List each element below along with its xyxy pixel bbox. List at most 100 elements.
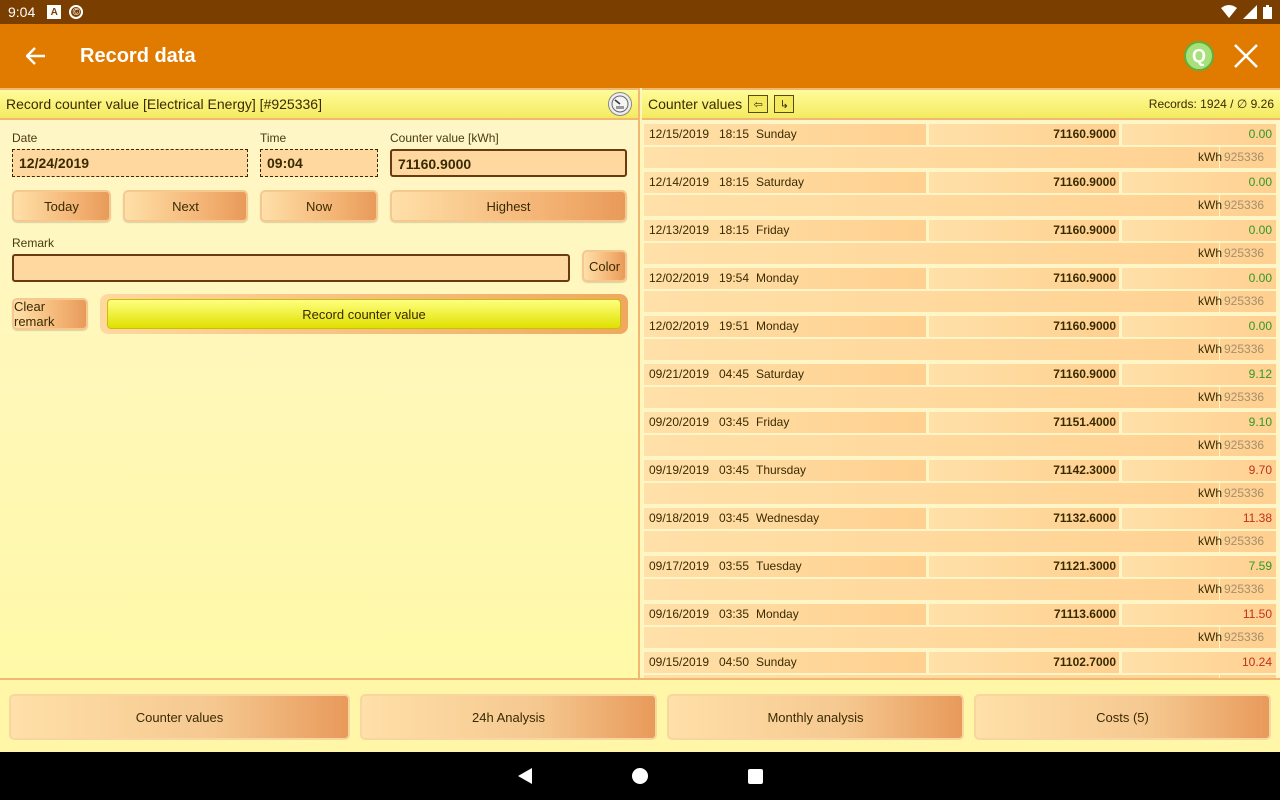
nav-back-icon[interactable] — [517, 768, 532, 784]
today-button[interactable]: Today — [12, 190, 111, 222]
highest-button[interactable]: Highest — [390, 190, 627, 222]
records-summary: Records: 1924 / ∅ 9.26 — [1148, 97, 1274, 111]
record-time: 03:35 — [719, 607, 750, 621]
record-value: 71132.6000 — [1053, 511, 1116, 525]
record-unit: kWh — [1198, 534, 1222, 548]
record-button-frame: Record counter value — [100, 294, 628, 334]
record-value: 71142.3000 — [1053, 463, 1116, 477]
record-difference: 9.70 — [1248, 463, 1272, 477]
tab-costs[interactable]: Costs (5) — [974, 694, 1271, 740]
record-difference: 0.00 — [1248, 271, 1272, 285]
time-field[interactable]: 09:04 — [260, 149, 378, 177]
record-counter-value-button[interactable]: Record counter value — [107, 299, 621, 329]
counter-value-field[interactable]: 71160.9000 — [390, 149, 627, 177]
record-difference: 0.00 — [1248, 175, 1272, 189]
record-row[interactable]: 09/18/2019 03:45 Wednesday 71132.6000 11.38 k… — [642, 506, 1280, 554]
record-weekday: Monday — [756, 319, 799, 333]
record-difference: 9.12 — [1248, 367, 1272, 381]
record-value: 71160.9000 — [1053, 223, 1116, 237]
quick-q-button[interactable]: Q — [1184, 41, 1214, 71]
color-button[interactable]: Color — [582, 250, 627, 282]
record-date: 09/15/2019 — [649, 655, 710, 669]
record-meter-id: 925336 — [1224, 342, 1265, 356]
record-row[interactable]: 09/21/2019 04:45 Saturday 71160.9000 9.12 kWh… — [642, 362, 1280, 410]
import-icon[interactable]: ⇦ — [748, 95, 769, 113]
record-date: 09/18/2019 — [649, 511, 710, 525]
record-unit: kWh — [1198, 390, 1222, 404]
date-label: Date — [12, 131, 38, 145]
record-form-header: Record counter value [Electrical Energy]… — [0, 88, 638, 120]
remark-field[interactable] — [12, 254, 570, 282]
record-weekday: Sunday — [756, 655, 797, 669]
record-row[interactable]: 12/02/2019 19:51 Monday 71160.9000 0.00 kWh 92… — [642, 314, 1280, 362]
record-time: 19:51 — [719, 319, 750, 333]
nav-recents-icon[interactable] — [747, 768, 763, 784]
record-row[interactable]: 09/19/2019 03:45 Thursday 71142.3000 9.70 kWh… — [642, 458, 1280, 506]
sync-icon: © — [69, 5, 84, 19]
records-list: 12/15/2019 18:15 Sunday 71160.9000 0.00 kWh 92… — [642, 122, 1280, 678]
gauge-icon[interactable] — [608, 92, 632, 116]
record-row[interactable]: 12/15/2019 18:15 Sunday 71160.9000 0.00 kWh 92… — [642, 122, 1280, 170]
close-icon[interactable] — [1230, 40, 1262, 72]
record-form-title: Record counter value [Electrical Energy]… — [6, 96, 322, 112]
tab-counter-values[interactable]: Counter values — [9, 694, 350, 740]
record-unit: kWh — [1198, 342, 1222, 356]
record-meter-id: 925336 — [1224, 390, 1265, 404]
record-time: 03:45 — [719, 511, 750, 525]
status-time: 9:04 — [8, 4, 36, 20]
record-difference: 11.38 — [1242, 511, 1272, 525]
record-value: 71121.3000 — [1053, 559, 1116, 573]
record-unit: kWh — [1198, 198, 1222, 212]
record-weekday: Tuesday — [756, 559, 802, 573]
date-field[interactable]: 12/24/2019 — [12, 149, 248, 177]
record-unit: kWh — [1198, 150, 1222, 164]
record-unit: kWh — [1198, 438, 1222, 452]
record-value: 71160.9000 — [1053, 127, 1116, 141]
record-date: 12/02/2019 — [649, 271, 710, 285]
record-date: 09/16/2019 — [649, 607, 710, 621]
clear-remark-button[interactable]: Clear remark — [12, 298, 88, 330]
record-value: 71160.9000 — [1053, 319, 1116, 333]
record-row[interactable]: 09/20/2019 03:45 Friday 71151.4000 9.10 kWh 92… — [642, 410, 1280, 458]
export-icon[interactable]: ↳ — [774, 95, 795, 113]
record-date: 09/17/2019 — [649, 559, 710, 573]
tab-24h-analysis[interactable]: 24h Analysis — [360, 694, 657, 740]
counter-value-label: Counter value [kWh] — [390, 131, 499, 145]
record-date: 09/20/2019 — [649, 415, 710, 429]
status-bar: 9:04 A © — [0, 0, 1280, 24]
record-meter-id: 925336 — [1224, 486, 1265, 500]
record-time: 03:45 — [719, 415, 750, 429]
record-weekday: Sunday — [756, 127, 797, 141]
record-time: 04:50 — [719, 655, 750, 669]
back-arrow-icon[interactable] — [0, 24, 72, 88]
record-date: 12/15/2019 — [649, 127, 710, 141]
record-difference: 9.10 — [1248, 415, 1272, 429]
record-row[interactable]: 09/16/2019 03:35 Monday 71113.6000 11.50 kWh 9… — [642, 602, 1280, 650]
record-meter-id: 925336 — [1224, 246, 1265, 260]
record-value: 71102.7000 — [1053, 655, 1116, 669]
signal-icon — [1243, 5, 1257, 19]
record-row[interactable]: 09/15/201904:50Sunday71102.700010.24kWh9… — [642, 650, 1280, 678]
record-row[interactable]: 12/02/2019 19:54 Monday 71160.9000 0.00 kWh 92… — [642, 266, 1280, 314]
record-form-panel: Record counter value [Electrical Energy]… — [0, 88, 640, 678]
tab-monthly-analysis[interactable]: Monthly analysis — [667, 694, 964, 740]
record-difference: 11.50 — [1242, 607, 1272, 621]
record-row[interactable]: 12/14/2019 18:15 Saturday 71160.9000 0.00 kWh… — [642, 170, 1280, 218]
record-time: 18:15 — [719, 175, 750, 189]
nav-home-icon[interactable] — [631, 768, 648, 784]
counter-values-header: Counter values ⇦ ↳ Records: 1924 / ∅ 9.2… — [642, 88, 1280, 120]
record-value: 71160.9000 — [1053, 367, 1116, 381]
record-value: 71160.9000 — [1053, 271, 1116, 285]
record-difference: 7.59 — [1248, 559, 1272, 573]
system-nav-bar — [0, 752, 1280, 800]
record-weekday: Wednesday — [756, 511, 820, 525]
record-weekday: Monday — [756, 607, 799, 621]
record-row[interactable]: 09/17/2019 03:55 Tuesday 71121.3000 7.59 kWh 9… — [642, 554, 1280, 602]
record-row[interactable]: 12/13/2019 18:15 Friday 71160.9000 0.00 kWh 92… — [642, 218, 1280, 266]
record-value: 71151.4000 — [1053, 415, 1116, 429]
next-button[interactable]: Next — [123, 190, 248, 222]
record-meter-id: 925336 — [1224, 582, 1265, 596]
record-weekday: Friday — [756, 223, 790, 237]
now-button[interactable]: Now — [260, 190, 378, 222]
record-meter-id: 925336 — [1224, 198, 1265, 212]
